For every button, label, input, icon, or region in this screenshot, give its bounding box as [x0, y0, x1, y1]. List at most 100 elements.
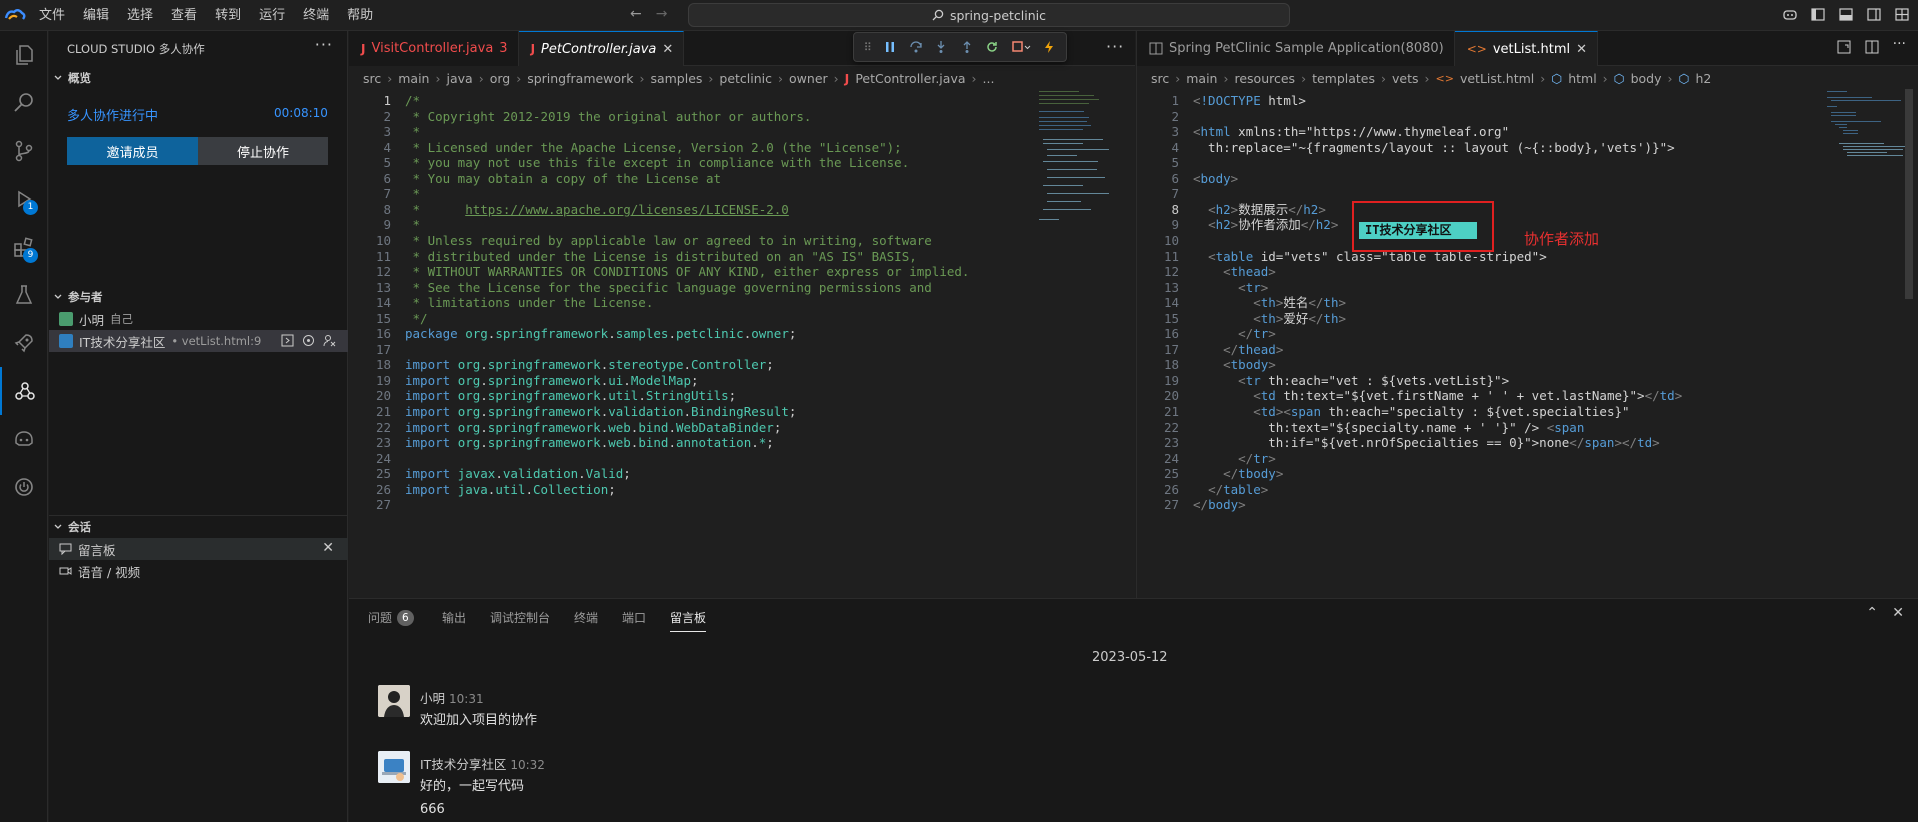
breadcrumb-item[interactable]: springframework	[527, 71, 633, 86]
panel-tab-label: 调试控制台	[490, 611, 551, 625]
step-into-icon[interactable]	[934, 40, 948, 54]
close-tab-icon[interactable]: ✕	[1576, 42, 1587, 57]
session-voice-video[interactable]: 语音 / 视频	[49, 560, 348, 582]
tab-terminal[interactable]: 终端	[574, 609, 598, 626]
breadcrumb-item[interactable]: h2	[1695, 71, 1711, 86]
tab-visitcontroller[interactable]: J VisitController.java 3	[349, 31, 519, 66]
avatar	[59, 334, 73, 348]
minimap[interactable]	[1039, 89, 1119, 229]
breadcrumb-item[interactable]: java	[446, 71, 472, 86]
breadcrumb-item[interactable]: samples	[650, 71, 702, 86]
stop-icon[interactable]	[1011, 40, 1031, 54]
follow-participant-icon[interactable]	[281, 334, 294, 347]
tab-label: PetController.java	[541, 41, 657, 57]
copilot-chat-icon[interactable]	[0, 415, 48, 463]
toggle-sidebar-icon[interactable]	[1810, 6, 1826, 22]
drag-handle-icon[interactable]: ⠿	[864, 41, 872, 54]
lightning-icon[interactable]	[1042, 40, 1056, 54]
preview-icon	[1149, 42, 1163, 55]
customize-layout-icon[interactable]	[1894, 6, 1910, 22]
breadcrumb-item[interactable]: main	[1186, 71, 1217, 86]
breadcrumb-item[interactable]: ...	[983, 71, 995, 86]
testing-flask-icon[interactable]	[0, 271, 48, 319]
menu-file[interactable]: 文件	[30, 0, 74, 31]
breadcrumb-item[interactable]: petclinic	[719, 71, 772, 86]
participant-row[interactable]: 小明 自己	[49, 308, 348, 330]
deploy-rocket-icon[interactable]	[0, 319, 48, 367]
tab-ports[interactable]: 端口	[622, 609, 646, 626]
explorer-icon[interactable]	[0, 31, 48, 79]
breadcrumb-item[interactable]: templates	[1312, 71, 1375, 86]
menu-run[interactable]: 运行	[250, 0, 294, 31]
search-view-icon[interactable]	[0, 79, 48, 127]
panel-tab-label: 问题	[368, 611, 393, 625]
tab-debug-console[interactable]: 调试控制台	[490, 609, 550, 626]
menu-terminal[interactable]: 终端	[294, 0, 338, 31]
stop-collab-button[interactable]: 停止协作	[198, 137, 328, 165]
cloud-studio-logo-icon[interactable]	[0, 0, 30, 31]
open-preview-icon[interactable]	[1837, 40, 1851, 54]
breadcrumb-item[interactable]: owner	[789, 71, 828, 86]
close-panel-icon[interactable]: ✕	[1892, 605, 1904, 621]
breadcrumb-item[interactable]: html	[1568, 71, 1596, 86]
sessions-section-header[interactable]: 会话	[49, 516, 348, 538]
participant-row[interactable]: IT技术分享社区 • vetList.html:9	[49, 330, 348, 352]
menu-go[interactable]: 转到	[206, 0, 250, 31]
editor-more-actions-icon[interactable]: ···	[1893, 36, 1906, 54]
breadcrumb-item[interactable]: src	[363, 71, 381, 86]
remove-participant-icon[interactable]	[323, 334, 336, 347]
focus-participant-icon[interactable]	[302, 334, 315, 347]
menu-help[interactable]: 帮助	[338, 0, 382, 31]
html-file-icon: <>	[1435, 71, 1454, 85]
power-icon[interactable]	[0, 463, 48, 511]
activity-bar: 1 9	[0, 31, 48, 822]
close-icon[interactable]: ✕	[322, 540, 334, 556]
menu-edit[interactable]: 编辑	[74, 0, 118, 31]
copilot-icon[interactable]	[1782, 6, 1798, 22]
session-message-board[interactable]: 留言板 ✕	[49, 538, 348, 560]
run-debug-icon[interactable]: 1	[0, 175, 48, 223]
breadcrumb-item[interactable]: org	[490, 71, 511, 86]
editor-scrollbar[interactable]	[1905, 89, 1913, 299]
tab-vetlist[interactable]: <> vetList.html ✕	[1454, 31, 1599, 66]
breadcrumb-item[interactable]: main	[398, 71, 429, 86]
participants-section-header[interactable]: 参与者	[49, 286, 348, 308]
restart-icon[interactable]	[985, 40, 999, 54]
step-over-icon[interactable]	[909, 40, 923, 54]
editor-more-actions-icon[interactable]: ···	[1106, 37, 1124, 56]
breadcrumb-item[interactable]: PetController.java	[855, 71, 965, 86]
breadcrumb-item[interactable]: src	[1151, 71, 1169, 86]
pause-icon[interactable]	[883, 40, 897, 54]
overview-section-header[interactable]: 概览	[49, 67, 348, 89]
breadcrumb-item[interactable]: resources	[1234, 71, 1295, 86]
tab-preview-app[interactable]: Spring PetClinic Sample Application(8080…	[1137, 31, 1455, 66]
tab-output[interactable]: 输出	[442, 609, 466, 626]
toggle-panel-icon[interactable]	[1838, 6, 1854, 22]
command-center-search[interactable]: spring-petclinic	[688, 3, 1290, 27]
step-out-icon[interactable]	[960, 40, 974, 54]
breadcrumb-item[interactable]: vets	[1392, 71, 1419, 86]
message-author: 小明 10:31	[420, 688, 484, 707]
panel-tab-label: 终端	[574, 611, 599, 625]
java-file-icon: J	[844, 70, 850, 86]
invite-member-button[interactable]: 邀请成员	[67, 137, 198, 165]
forward-arrow-icon[interactable]: →	[656, 6, 668, 22]
toggle-secondary-sidebar-icon[interactable]	[1866, 6, 1882, 22]
close-tab-icon[interactable]: ✕	[662, 42, 673, 57]
back-arrow-icon[interactable]: ←	[630, 6, 642, 22]
collaboration-icon[interactable]	[0, 367, 48, 415]
tab-problems[interactable]: 问题 6	[368, 609, 414, 626]
sidebar-title: CLOUD STUDIO 多人协作	[67, 42, 205, 56]
tab-petcontroller[interactable]: J PetController.java ✕	[518, 31, 685, 66]
extensions-icon[interactable]: 9	[0, 223, 48, 271]
breadcrumb-item[interactable]: body	[1631, 71, 1662, 86]
tab-message-board[interactable]: 留言板	[670, 609, 707, 632]
minimap[interactable]	[1827, 89, 1907, 229]
split-editor-icon[interactable]	[1865, 40, 1879, 54]
menu-view[interactable]: 查看	[162, 0, 206, 31]
more-actions-icon[interactable]: ···	[315, 35, 333, 54]
maximize-panel-icon[interactable]: ⌃	[1866, 605, 1878, 621]
menu-selection[interactable]: 选择	[118, 0, 162, 31]
breadcrumb-item[interactable]: vetList.html	[1460, 71, 1534, 86]
source-control-icon[interactable]	[0, 127, 48, 175]
